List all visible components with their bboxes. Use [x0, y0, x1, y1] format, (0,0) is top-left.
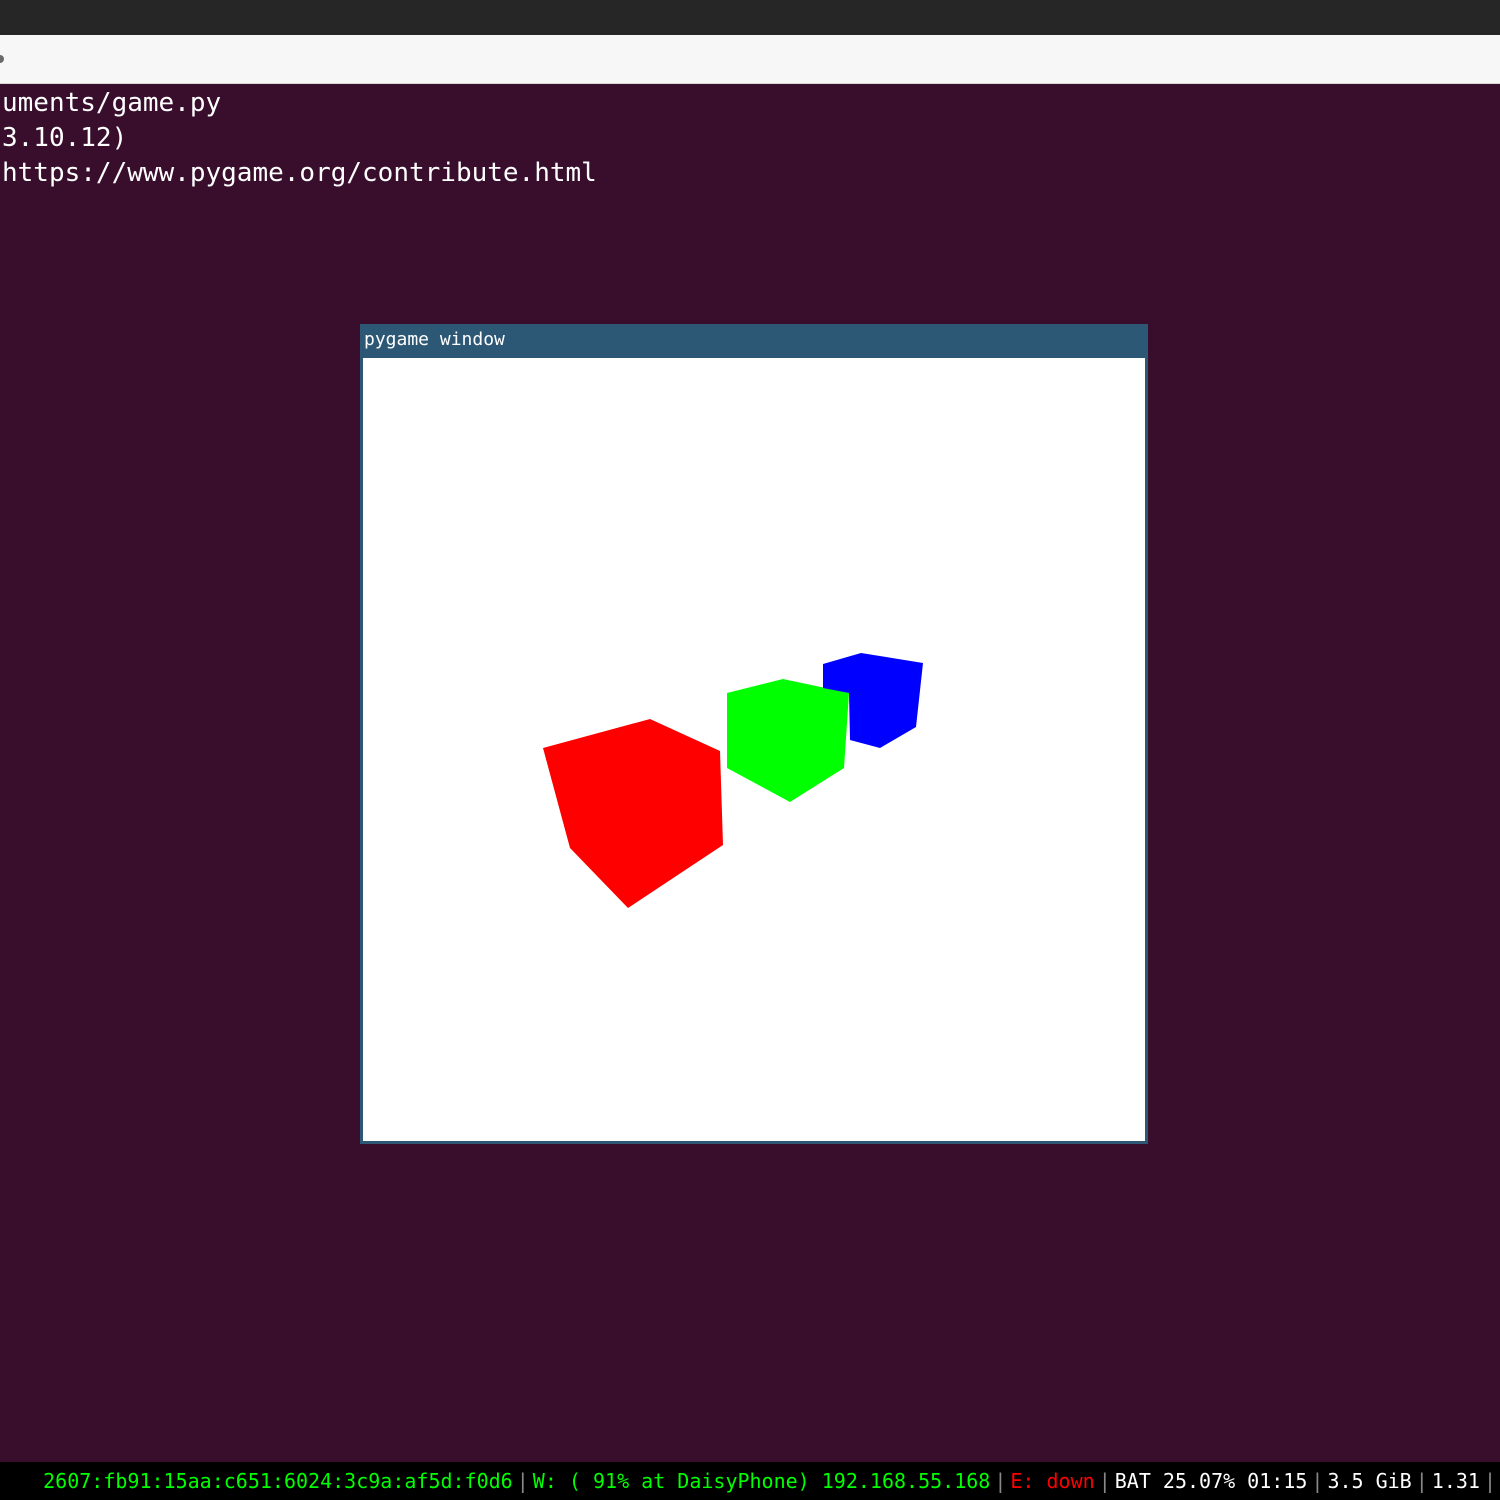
status-separator: | — [1311, 1469, 1324, 1493]
terminal-tab-strip[interactable] — [0, 35, 1500, 84]
tab-edge-icon — [0, 55, 4, 63]
terminal-line: 3.10.12) — [2, 123, 128, 153]
status-ethernet: E: down — [1010, 1469, 1095, 1493]
status-memory: 3.5 GiB — [1327, 1469, 1412, 1493]
status-separator: | — [1098, 1469, 1111, 1493]
pygame-window-titlebar[interactable]: pygame window — [360, 324, 1148, 358]
status-wireless: W: ( 91% at DaisyPhone) 192.168.55.168 — [532, 1469, 991, 1493]
status-separator: | — [1415, 1469, 1428, 1493]
status-ipv6: 2607:fb91:15aa:c651:6024:3c9a:af5d:f0d6 — [43, 1469, 513, 1493]
pygame-canvas[interactable] — [363, 358, 1145, 1141]
status-battery: BAT 25.07% 01:15 — [1114, 1469, 1308, 1493]
pygame-window-title: pygame window — [364, 329, 505, 350]
pygame-window[interactable]: pygame window — [360, 324, 1148, 1144]
status-separator: | — [516, 1469, 529, 1493]
red-cube — [543, 719, 723, 908]
status-separator: | — [994, 1469, 1007, 1493]
terminal-line: https://www.pygame.org/contribute.html — [2, 158, 597, 188]
status-load: 1.31 — [1431, 1469, 1480, 1493]
status-bar: 2607:fb91:15aa:c651:6024:3c9a:af5d:f0d6 |… — [0, 1462, 1500, 1500]
green-cube — [727, 679, 849, 802]
top-system-bar — [0, 0, 1500, 35]
status-separator: | — [1483, 1469, 1496, 1493]
terminal-line: uments/game.py — [2, 88, 222, 118]
pygame-scene — [543, 653, 923, 908]
